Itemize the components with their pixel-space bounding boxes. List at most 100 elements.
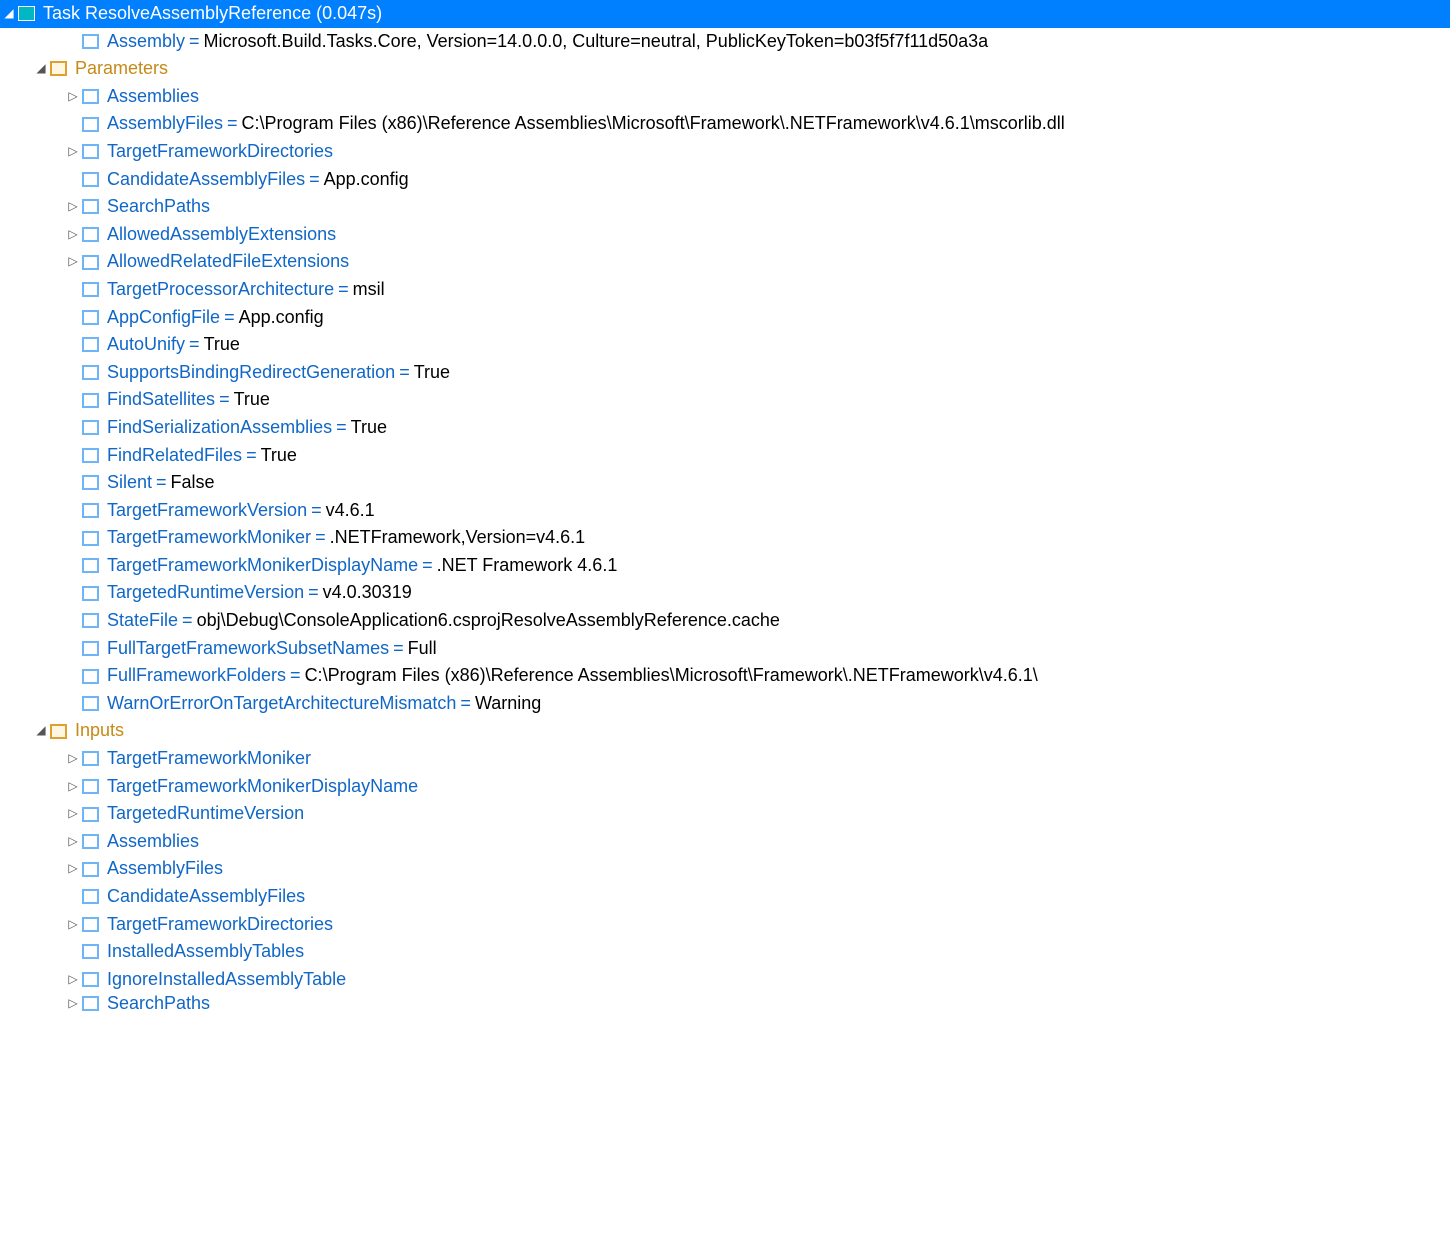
chevron-right-icon[interactable]: ▷ xyxy=(64,828,82,856)
node-key: CandidateAssemblyFiles xyxy=(107,166,305,194)
node-value: True xyxy=(261,442,297,470)
tree-row[interactable]: ▷AssemblyFiles=C:\Program Files (x86)\Re… xyxy=(0,110,1450,138)
node-value: True xyxy=(414,359,450,387)
param-icon xyxy=(82,972,99,987)
node-key: Assemblies xyxy=(107,828,199,856)
param-icon xyxy=(82,310,99,325)
param-icon xyxy=(82,199,99,214)
tree-row[interactable]: ▷CandidateAssemblyFiles=App.config xyxy=(0,166,1450,194)
node-key: FullTargetFrameworkSubsetNames xyxy=(107,635,389,663)
chevron-right-icon[interactable]: ▷ xyxy=(64,773,82,801)
tree-row[interactable]: ▷FindSerializationAssemblies=True xyxy=(0,414,1450,442)
chevron-down-icon[interactable]: ◢ xyxy=(32,55,50,83)
node-key: TargetedRuntimeVersion xyxy=(107,579,304,607)
tree-row[interactable]: ▷ TargetFrameworkMoniker xyxy=(0,745,1450,773)
tree-row[interactable]: ▷AutoUnify=True xyxy=(0,331,1450,359)
param-icon xyxy=(82,420,99,435)
folder-icon xyxy=(50,61,67,76)
node-key: Assembly xyxy=(107,28,185,56)
tree-row[interactable]: ▷WarnOrErrorOnTargetArchitectureMismatch… xyxy=(0,690,1450,718)
node-value: .NET Framework 4.6.1 xyxy=(437,552,618,580)
param-icon xyxy=(82,996,99,1011)
tree-row[interactable]: ▷TargetedRuntimeVersion=v4.0.30319 xyxy=(0,579,1450,607)
tree-row[interactable]: ◢ Task ResolveAssemblyReference (0.047s) xyxy=(0,0,1450,28)
chevron-right-icon[interactable]: ▷ xyxy=(64,990,82,1018)
node-key: TargetProcessorArchitecture xyxy=(107,276,334,304)
chevron-right-icon[interactable]: ▷ xyxy=(64,911,82,939)
node-key: FindSerializationAssemblies xyxy=(107,414,332,442)
param-icon xyxy=(82,917,99,932)
chevron-right-icon[interactable]: ▷ xyxy=(64,193,82,221)
tree-row[interactable]: ▷TargetFrameworkVersion=v4.6.1 xyxy=(0,497,1450,525)
param-icon xyxy=(82,944,99,959)
tree-row[interactable]: ▷TargetProcessorArchitecture=msil xyxy=(0,276,1450,304)
tree-row[interactable]: ▷TargetedRuntimeVersion xyxy=(0,800,1450,828)
node-value: App.config xyxy=(239,304,324,332)
node-value: True xyxy=(234,386,270,414)
node-key: TargetFrameworkMonikerDisplayName xyxy=(107,773,418,801)
tree-row[interactable]: ▷TargetFrameworkMoniker=.NETFramework,Ve… xyxy=(0,524,1450,552)
param-icon xyxy=(82,531,99,546)
param-icon xyxy=(82,475,99,490)
node-key: TargetFrameworkMoniker xyxy=(107,745,311,773)
tree-row[interactable]: ▷ TargetFrameworkMonikerDisplayName xyxy=(0,773,1450,801)
node-key: Silent xyxy=(107,469,152,497)
node-key: AppConfigFile xyxy=(107,304,220,332)
node-value: v4.0.30319 xyxy=(323,579,412,607)
node-value: Warning xyxy=(475,690,541,718)
param-icon xyxy=(82,117,99,132)
tree-row[interactable]: ▷AppConfigFile=App.config xyxy=(0,304,1450,332)
chevron-right-icon[interactable]: ▷ xyxy=(64,83,82,111)
node-value: .NETFramework,Version=v4.6.1 xyxy=(330,524,586,552)
node-value: C:\Program Files (x86)\Reference Assembl… xyxy=(242,110,1065,138)
chevron-down-icon[interactable]: ◢ xyxy=(0,0,18,28)
tree-row[interactable]: ▷FullTargetFrameworkSubsetNames=Full xyxy=(0,635,1450,663)
tree-row[interactable]: ▷TargetFrameworkMonikerDisplayName=.NET … xyxy=(0,552,1450,580)
tree-row[interactable]: ▷IgnoreInstalledAssemblyTable xyxy=(0,966,1450,994)
tree-row[interactable]: ▷CandidateAssemblyFiles xyxy=(0,883,1450,911)
tree-row[interactable]: ▷AllowedRelatedFileExtensions xyxy=(0,248,1450,276)
chevron-right-icon[interactable]: ▷ xyxy=(64,248,82,276)
tree-row[interactable]: ▷ SearchPaths xyxy=(0,193,1450,221)
tree-row[interactable]: ▷Assembly=Microsoft.Build.Tasks.Core, Ve… xyxy=(0,28,1450,56)
tree-row[interactable]: ▷AssemblyFiles xyxy=(0,855,1450,883)
node-key: TargetFrameworkMoniker xyxy=(107,524,311,552)
tree-row[interactable]: ▷InstalledAssemblyTables xyxy=(0,938,1450,966)
chevron-right-icon[interactable]: ▷ xyxy=(64,138,82,166)
node-key: Assemblies xyxy=(107,83,199,111)
param-icon xyxy=(82,282,99,297)
node-key: FullFrameworkFolders xyxy=(107,662,286,690)
node-key: SearchPaths xyxy=(107,193,210,221)
build-log-tree[interactable]: ◢Task ResolveAssemblyReference (0.047s)▷… xyxy=(0,0,1450,1013)
chevron-right-icon[interactable]: ▷ xyxy=(64,221,82,249)
tree-row[interactable]: ◢Inputs xyxy=(0,717,1450,745)
param-icon xyxy=(82,862,99,877)
tree-row[interactable]: ▷TargetFrameworkDirectories xyxy=(0,138,1450,166)
tree-row[interactable]: ▷Silent=False xyxy=(0,469,1450,497)
chevron-down-icon[interactable]: ◢ xyxy=(32,717,50,745)
tree-row[interactable]: ▷FindSatellites=True xyxy=(0,386,1450,414)
tree-row[interactable]: ▷TargetFrameworkDirectories xyxy=(0,911,1450,939)
param-icon xyxy=(82,834,99,849)
node-key: FindRelatedFiles xyxy=(107,442,242,470)
param-icon xyxy=(82,337,99,352)
node-value: False xyxy=(171,469,215,497)
chevron-right-icon[interactable]: ▷ xyxy=(64,855,82,883)
tree-row[interactable]: ▷FullFrameworkFolders=C:\Program Files (… xyxy=(0,662,1450,690)
tree-row[interactable]: ◢Parameters xyxy=(0,55,1450,83)
chevron-right-icon[interactable]: ▷ xyxy=(64,800,82,828)
node-value: True xyxy=(204,331,240,359)
node-key: SearchPaths xyxy=(107,990,210,1018)
param-icon xyxy=(82,586,99,601)
tree-row[interactable]: ▷SearchPaths xyxy=(0,993,1450,1013)
param-icon xyxy=(82,807,99,822)
tree-row[interactable]: ▷FindRelatedFiles=True xyxy=(0,442,1450,470)
tree-row[interactable]: ▷SupportsBindingRedirectGeneration=True xyxy=(0,359,1450,387)
tree-row[interactable]: ▷ Assemblies xyxy=(0,83,1450,111)
tree-row[interactable]: ▷AllowedAssemblyExtensions xyxy=(0,221,1450,249)
chevron-right-icon[interactable]: ▷ xyxy=(64,745,82,773)
tree-row[interactable]: ▷StateFile=obj\Debug\ConsoleApplication6… xyxy=(0,607,1450,635)
param-icon xyxy=(82,503,99,518)
node-key: Task ResolveAssemblyReference (0.047s) xyxy=(43,0,382,28)
tree-row[interactable]: ▷ Assemblies xyxy=(0,828,1450,856)
